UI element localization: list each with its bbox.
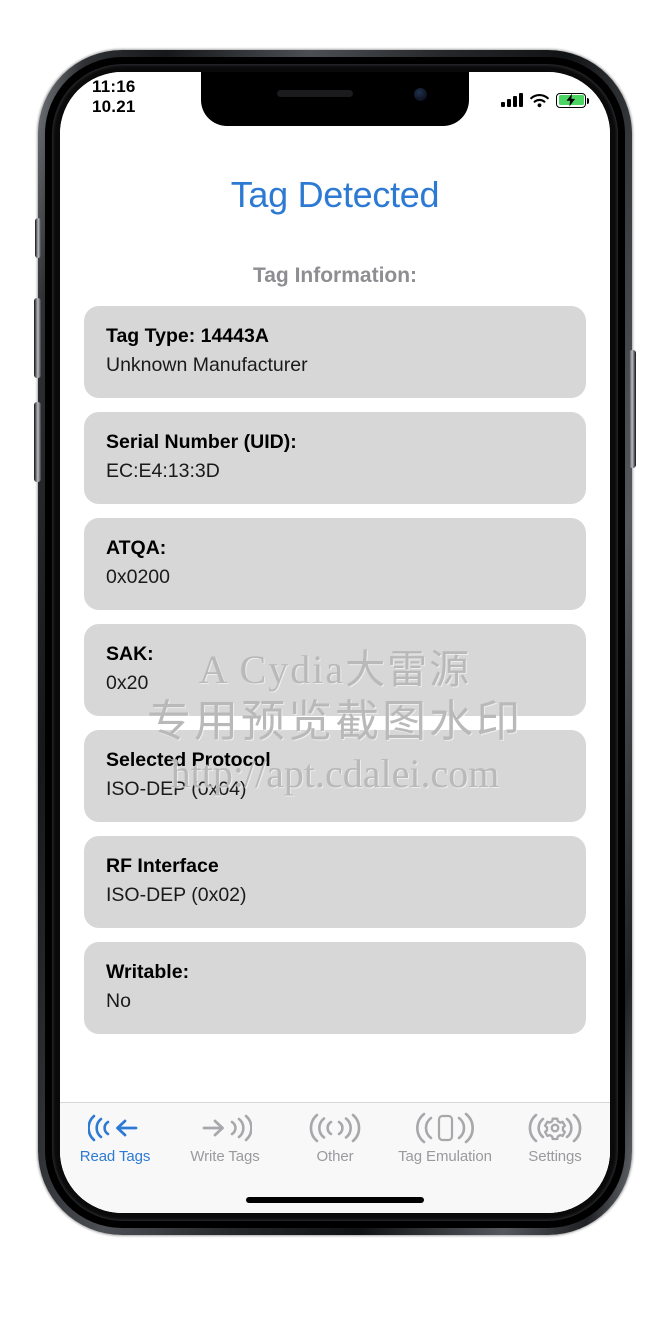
home-indicator[interactable] xyxy=(246,1197,424,1203)
nfc-gear-icon xyxy=(528,1111,582,1145)
tab-label: Read Tags xyxy=(79,1148,151,1165)
tab-label: Other xyxy=(316,1148,354,1165)
front-camera-icon xyxy=(414,88,427,101)
tag-info-card-serial-number: Serial Number (UID): EC:E4:13:3D xyxy=(84,412,586,504)
card-title: Serial Number (UID): xyxy=(106,431,297,453)
card-value: 0x20 xyxy=(106,672,149,694)
card-value: EC:E4:13:3D xyxy=(106,460,220,482)
card-title: Tag Type: 14443A xyxy=(106,325,269,347)
tab-read-tags[interactable]: Read Tags xyxy=(60,1111,170,1165)
card-value: 0x0200 xyxy=(106,566,170,588)
tab-tag-emulation[interactable]: Tag Emulation xyxy=(390,1111,500,1165)
tag-info-card-list: Tag Type: 14443A Unknown Manufacturer Se… xyxy=(84,306,586,1034)
power-button[interactable] xyxy=(629,350,636,468)
card-title: SAK: xyxy=(106,643,154,665)
tag-info-card-rf-interface: RF Interface ISO-DEP (0x02) xyxy=(84,836,586,928)
nfc-phone-icon xyxy=(416,1111,474,1145)
volume-up-button[interactable] xyxy=(34,298,41,378)
card-value: ISO-DEP (0x02) xyxy=(106,884,247,906)
silent-switch-button[interactable] xyxy=(35,218,41,258)
tag-info-scroll-area[interactable]: Tag Detected Tag Information: Tag Type: … xyxy=(60,126,610,1111)
tab-other[interactable]: Other xyxy=(280,1111,390,1165)
tab-label: Tag Emulation xyxy=(398,1148,492,1165)
tab-write-tags[interactable]: Write Tags xyxy=(170,1111,280,1165)
card-title: Writable: xyxy=(106,961,190,983)
tag-info-card-selected-protocol: Selected Protocol ISO-DEP (0x04) xyxy=(84,730,586,822)
screenshot-stage: Tag Detected Tag Information: Tag Type: … xyxy=(0,0,670,1334)
page-title: Tag Detected xyxy=(230,174,440,215)
tag-info-card-sak: SAK: 0x20 xyxy=(84,624,586,716)
card-value: ISO-DEP (0x04) xyxy=(106,778,247,800)
phone-screen: Tag Detected Tag Information: Tag Type: … xyxy=(60,72,610,1213)
app-root: Tag Detected Tag Information: Tag Type: … xyxy=(60,72,610,1213)
nfc-read-icon xyxy=(88,1111,142,1145)
card-value: No xyxy=(106,990,131,1012)
card-title: Selected Protocol xyxy=(106,749,271,771)
card-title: ATQA: xyxy=(106,537,167,559)
earpiece-speaker xyxy=(277,90,353,97)
tab-label: Write Tags xyxy=(190,1148,260,1165)
volume-down-button[interactable] xyxy=(34,402,41,482)
tag-info-card-atqa: ATQA: 0x0200 xyxy=(84,518,586,610)
tab-settings[interactable]: Settings xyxy=(500,1111,610,1165)
card-value: Unknown Manufacturer xyxy=(106,354,308,376)
device-notch xyxy=(201,72,469,126)
phone-device-frame: Tag Detected Tag Information: Tag Type: … xyxy=(34,50,636,1235)
tag-info-card-writable: Writable: No xyxy=(84,942,586,1034)
card-title: RF Interface xyxy=(106,855,219,877)
nfc-waves-icon xyxy=(308,1111,362,1145)
section-label-tag-information: Tag Information: xyxy=(252,264,418,287)
nfc-write-icon xyxy=(198,1111,252,1145)
tab-label: Settings xyxy=(528,1148,582,1165)
tag-info-card-tag-type: Tag Type: 14443A Unknown Manufacturer xyxy=(84,306,586,398)
